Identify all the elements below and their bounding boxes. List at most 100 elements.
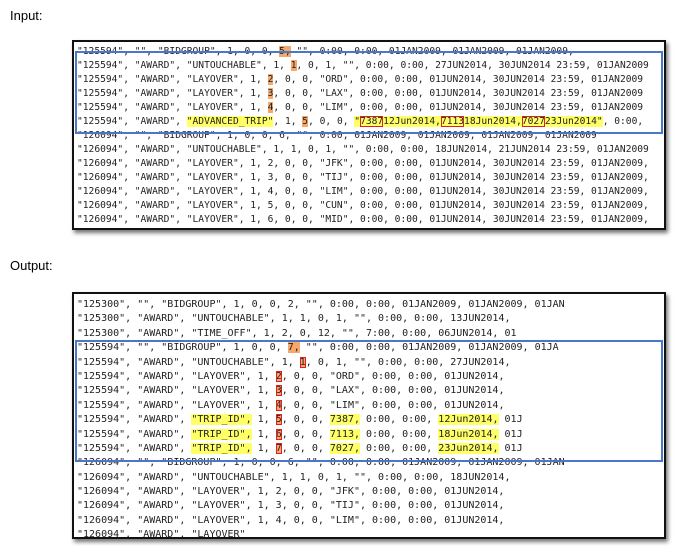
output-row: "126094", "AWARD", "UNTOUCHABLE", 1, 1, … xyxy=(74,471,664,485)
input-row-text: "126094", "", "BIDGROUP", 1, 0, 0, 6, ""… xyxy=(77,130,597,141)
input-row-text: , 0, 0, "LAX", 0:00, 0:00, 01JUN2014, 30… xyxy=(273,88,644,99)
input-row: "126094", "AWARD", "LAYOVER", 1, 6, 0, 0… xyxy=(74,213,664,227)
highlighted-value: 12Jun2014, xyxy=(383,116,441,127)
input-panel: "125594", "", "BIDGROUP", 1, 0, 0, 5, ""… xyxy=(72,40,666,230)
output-row-text: "125300", "", "BIDGROUP", 1, 0, 0, 2, ""… xyxy=(77,299,565,310)
output-row: "125594", "AWARD", "LAYOVER", 1, 3, 0, 0… xyxy=(74,384,664,398)
input-row: "125594", "AWARD", "LAYOVER", 1, 2, 0, 0… xyxy=(74,73,664,87)
input-row-text: "125594", "", "BIDGROUP", 1, 0, 0, xyxy=(77,46,280,57)
output-row-text: 01J xyxy=(498,428,523,440)
input-row-text: "126094", "AWARD", "LAYOVER", 1, 5, 0, 0… xyxy=(77,200,649,211)
output-row-text: "125594", "AWARD", xyxy=(77,442,192,454)
output-row-text: "126094", "AWARD", "LAYOVER", 1, 4, 0, 0… xyxy=(77,514,505,526)
highlighted-value: 7027 xyxy=(521,116,545,127)
input-row: "126094", "AWARD", "LAYOVER", 1, 2, 0, 0… xyxy=(74,157,664,171)
output-row-text: "125594", "AWARD", "LAYOVER", 1, xyxy=(77,385,276,397)
output-row-text: "126094", "", "BIDGROUP", 1, 0, 0, 6, ""… xyxy=(77,457,565,469)
output-row: "125594", "AWARD", "TRIP_ID", 1, 7, 0, 0… xyxy=(74,442,664,456)
highlighted-value: 18Jun2014, xyxy=(438,428,499,440)
input-row-text: , 1, xyxy=(273,116,303,127)
output-row: "125300", "AWARD", "UNTOUCHABLE", 1, 1, … xyxy=(74,312,664,326)
output-row: "125300", "AWARD", "TIME_OFF", 1, 2, 0, … xyxy=(74,327,664,341)
input-row-text: , 0, 0, "ORD", 0:00, 0:00, 01JUN2014, 30… xyxy=(273,74,644,85)
output-row-text: "125594", "AWARD", "UNTOUCHABLE", 1, xyxy=(77,356,300,368)
output-row: "125594", "AWARD", "UNTOUCHABLE", 1, 1, … xyxy=(74,356,664,370)
input-row-text: "125594", "AWARD", "LAYOVER", 1, xyxy=(77,102,268,113)
highlighted-value: 23Jun2014, xyxy=(438,442,499,454)
output-row-text: , 0, 0, "LIM", 0:00, 0:00, 01JUN2014, xyxy=(281,399,505,411)
output-row: "126094", "AWARD", "LAYOVER", 1, 2, 0, 0… xyxy=(74,485,664,499)
input-row-text: , 0, 0, xyxy=(308,116,355,127)
input-row-text: , 0, 0, "LIM", 0:00, 0:00, 01JUN2014, 30… xyxy=(273,102,644,113)
input-row: "125594", "AWARD", "UNTOUCHABLE", 1, 1, … xyxy=(74,59,664,73)
output-rows: "125300", "", "BIDGROUP", 1, 0, 0, 2, ""… xyxy=(74,298,664,539)
input-row-text: "125594", "AWARD", "UNTOUCHABLE", 1, xyxy=(77,60,291,71)
input-rows: "125594", "", "BIDGROUP", 1, 0, 0, 5, ""… xyxy=(74,45,664,227)
input-row: "126094", "AWARD", "LAYOVER", 1, 3, 0, 0… xyxy=(74,171,664,185)
input-row-text: "125594", "AWARD", "LAYOVER", 1, xyxy=(77,88,268,99)
input-row-text: "125594", "AWARD", "LAYOVER", 1, xyxy=(77,74,268,85)
output-row-text: , 0, 0, xyxy=(281,442,330,454)
output-row-text: "126094", "AWARD", "LAYOVER" xyxy=(77,529,246,539)
output-row-text: "", 0:00, 0:00, 01JAN2009, 01JAN2009, 01… xyxy=(299,342,559,354)
highlighted-value: "ADVANCED_TRIP" xyxy=(186,116,274,127)
output-row-text: "126094", "AWARD", "UNTOUCHABLE", 1, 1, … xyxy=(77,471,511,483)
output-row-text: 1, xyxy=(251,414,276,426)
input-row-text: , 0:00, xyxy=(602,116,644,127)
input-row: "126094", "", "BIDGROUP", 1, 0, 0, 6, ""… xyxy=(74,129,664,143)
output-row-text: 0:00, 0:00, xyxy=(360,442,439,454)
highlighted-value: 18Jun2014, xyxy=(464,116,522,127)
highlighted-value: 12Jun2014, xyxy=(438,414,499,426)
output-row: "125594", "", "BIDGROUP", 1, 0, 0, 7, ""… xyxy=(74,341,664,355)
output-row: "125594", "AWARD", "TRIP_ID", 1, 5, 0, 0… xyxy=(74,413,664,427)
highlighted-value: 7113, xyxy=(329,428,361,440)
output-row-text: 0:00, 0:00, xyxy=(360,414,439,426)
output-row-text: "125300", "AWARD", "UNTOUCHABLE", 1, 1, … xyxy=(77,313,511,325)
output-row: "125300", "", "BIDGROUP", 1, 0, 0, 2, ""… xyxy=(74,298,664,312)
output-row-text: 1, xyxy=(251,442,276,454)
input-row-text: "", 0:00, 0:00, 01JAN2009, 01JAN2009, 01… xyxy=(290,46,574,57)
output-row-text: "126094", "AWARD", "LAYOVER", 1, 2, 0, 0… xyxy=(77,486,505,498)
highlighted-value: "TRIP_ID", xyxy=(191,442,252,454)
output-row: "126094", "AWARD", "LAYOVER", 1, 3, 0, 0… xyxy=(74,499,664,513)
highlighted-value: 7387, xyxy=(329,414,361,426)
highlighted-value: "TRIP_ID", xyxy=(191,414,252,426)
input-row: "126094", "AWARD", "LAYOVER", 1, 5, 0, 0… xyxy=(74,199,664,213)
input-heading: Input: xyxy=(10,8,43,23)
highlighted-value: 23Jun2014" xyxy=(544,116,603,127)
input-row-text: , 0, 1, "", 0:00, 0:00, 27JUN2014, 30JUN… xyxy=(296,60,649,71)
output-row-text: "125594", "AWARD", "LAYOVER", 1, xyxy=(77,370,276,382)
input-row-text: "126094", "AWARD", "UNTOUCHABLE", 1, 1, … xyxy=(77,144,649,155)
output-row-text: 01J xyxy=(498,442,523,454)
output-row-text: "125594", "", "BIDGROUP", 1, 0, 0, xyxy=(77,342,288,354)
output-row-text: 01J xyxy=(498,414,523,426)
highlighted-value: 7113 xyxy=(440,116,465,127)
output-row-text: , 0, 1, "", 0:00, 0:00, 27JUN2014, xyxy=(305,356,511,368)
output-row-text: , 0, 0, "ORD", 0:00, 0:00, 01JUN2014, xyxy=(281,370,505,382)
output-row-text: "125594", "AWARD", xyxy=(77,428,192,440)
output-heading: Output: xyxy=(10,258,53,273)
input-row-text: "126094", "AWARD", "LAYOVER", 1, 6, 0, 0… xyxy=(77,214,649,225)
input-row: "126094", "AWARD", "LAYOVER", 1, 4, 0, 0… xyxy=(74,185,664,199)
input-row-text: "125594", "AWARD", xyxy=(77,116,187,127)
highlighted-value: 5, xyxy=(279,46,291,57)
output-row-text: 1, xyxy=(251,428,276,440)
input-row: "125594", "AWARD", "LAYOVER", 1, 4, 0, 0… xyxy=(74,101,664,115)
output-row: "126094", "", "BIDGROUP", 1, 0, 0, 6, ""… xyxy=(74,456,664,470)
output-row-text: "126094", "AWARD", "LAYOVER", 1, 3, 0, 0… xyxy=(77,500,505,512)
output-row-text: "125594", "AWARD", xyxy=(77,414,192,426)
output-row: "126094", "AWARD", "LAYOVER" xyxy=(74,528,664,539)
output-row-text: , 0, 0, "LAX", 0:00, 0:00, 01JUN2014, xyxy=(281,385,505,397)
output-row-text: , 0, 0, xyxy=(281,428,330,440)
output-row-text: "125300", "AWARD", "TIME_OFF", 1, 2, 0, … xyxy=(77,327,517,339)
output-row: "125594", "AWARD", "LAYOVER", 1, 2, 0, 0… xyxy=(74,370,664,384)
output-row-text: 0:00, 0:00, xyxy=(360,428,439,440)
highlighted-value: "TRIP_ID", xyxy=(191,428,252,440)
highlighted-value: 7, xyxy=(287,342,300,354)
input-row-text: "126094", "AWARD", "LAYOVER", 1, 2, 0, 0… xyxy=(77,158,649,169)
output-row: "126094", "AWARD", "LAYOVER", 1, 4, 0, 0… xyxy=(74,514,664,528)
output-panel: "125300", "", "BIDGROUP", 1, 0, 0, 2, ""… xyxy=(72,292,666,539)
output-row: "125594", "AWARD", "TRIP_ID", 1, 6, 0, 0… xyxy=(74,428,664,442)
input-row: "125594", "", "BIDGROUP", 1, 0, 0, 5, ""… xyxy=(74,45,664,59)
highlighted-value: 7387 xyxy=(360,116,384,127)
